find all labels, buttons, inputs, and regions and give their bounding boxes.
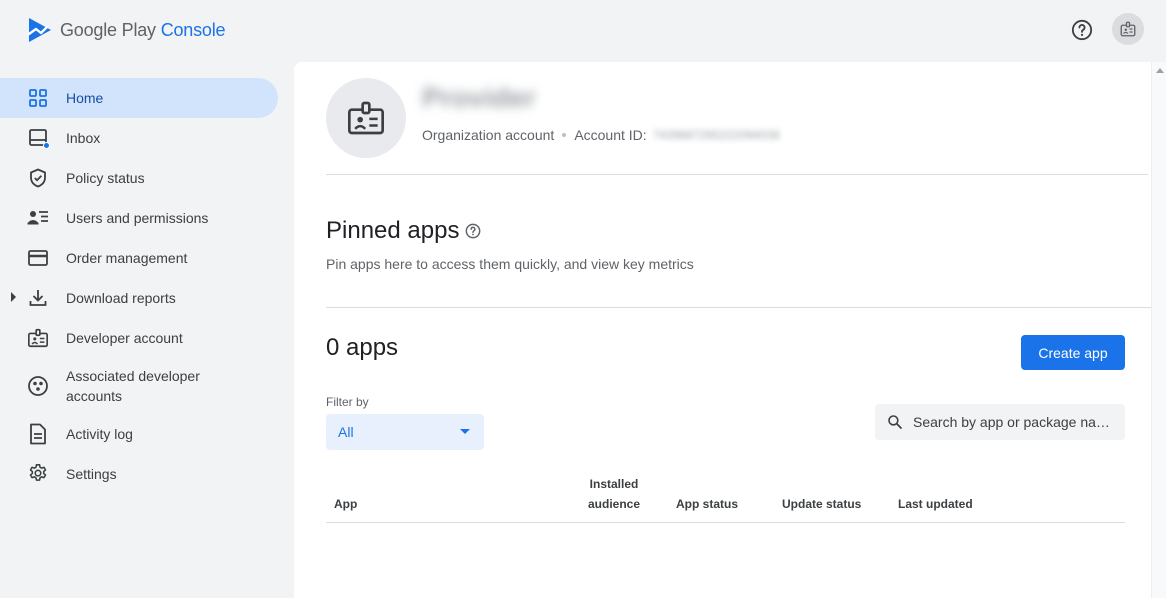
badge-icon — [1120, 21, 1136, 37]
document-icon — [26, 422, 50, 446]
scrollbar[interactable] — [1151, 62, 1166, 598]
sidebar-item-label: Home — [66, 90, 104, 106]
sidebar-item-activity-log[interactable]: Activity log — [0, 414, 278, 454]
pinned-apps-title-text: Pinned apps — [326, 217, 460, 244]
help-circle-icon[interactable] — [465, 218, 481, 246]
column-header-update-status[interactable]: Update status — [782, 494, 861, 514]
app-name: Google Play Console — [60, 19, 226, 41]
sidebar-item-label: Developer account — [66, 330, 183, 346]
download-icon — [26, 286, 50, 310]
divider — [326, 307, 1151, 308]
divider — [326, 174, 1148, 175]
scroll-up-arrow-icon[interactable] — [1156, 68, 1164, 73]
credit-card-icon — [26, 246, 50, 270]
expand-caret-icon[interactable] — [11, 292, 16, 302]
account-meta: Organization account Account ID: 7439687… — [422, 127, 780, 143]
gear-icon — [26, 462, 50, 486]
sidebar-item-label: Activity log — [66, 426, 133, 442]
sidebar-nav: Home Inbox Policy status Users and permi… — [0, 78, 294, 494]
sidebar-item-order-management[interactable]: Order management — [0, 238, 278, 278]
app-name-suffix: Console — [160, 19, 226, 40]
unread-indicator — [43, 142, 50, 149]
sidebar-item-download-reports[interactable]: Download reports — [0, 278, 278, 318]
play-console-logo[interactable]: Google Play Console — [28, 17, 226, 43]
sidebar-item-inbox[interactable]: Inbox — [0, 118, 278, 158]
play-console-logo-icon — [28, 18, 51, 42]
help-button[interactable] — [1066, 14, 1098, 46]
top-bar: Google Play Console — [0, 0, 1166, 62]
sidebar-item-associated-developer-accounts[interactable]: Associated developer accounts — [0, 358, 278, 414]
create-app-button[interactable]: Create app — [1021, 335, 1125, 370]
search-icon — [888, 415, 902, 429]
account-avatar-button[interactable] — [1112, 13, 1144, 45]
filter-value: All — [338, 424, 354, 440]
badge-icon — [26, 326, 50, 350]
sidebar-item-label: Users and permissions — [66, 210, 209, 226]
search-input[interactable]: Search by app or package name — [875, 404, 1125, 440]
filter-dropdown[interactable]: All — [326, 414, 484, 450]
main-panel: Provider Organization account Account ID… — [294, 62, 1151, 598]
linked-accounts-icon — [26, 374, 50, 398]
account-id-label: Account ID: — [574, 127, 647, 143]
dropdown-arrow-icon — [460, 429, 470, 434]
column-header-installed-line1: Installed — [589, 477, 639, 491]
shield-icon — [26, 166, 50, 190]
column-header-installed-line2: audience — [587, 497, 641, 511]
sidebar-item-label: Download reports — [66, 290, 176, 306]
users-icon — [26, 206, 50, 230]
column-header-last-updated[interactable]: Last updated — [898, 494, 973, 514]
grid-icon — [26, 86, 50, 110]
sidebar-item-users-and-permissions[interactable]: Users and permissions — [0, 198, 278, 238]
help-circle-icon — [1071, 19, 1093, 41]
account-name: Provider — [422, 82, 536, 113]
sidebar-item-policy-status[interactable]: Policy status — [0, 158, 278, 198]
app-name-prefix: Google Play — [60, 19, 156, 40]
sidebar-item-developer-account[interactable]: Developer account — [0, 318, 278, 358]
filter-label: Filter by — [326, 395, 369, 409]
column-header-app-status[interactable]: App status — [676, 494, 738, 514]
sidebar-item-label: Order management — [66, 250, 188, 266]
account-avatar — [326, 78, 406, 158]
apps-count: 0 apps — [326, 334, 399, 361]
separator-dot — [562, 133, 567, 137]
badge-icon — [348, 101, 384, 135]
sidebar-item-settings[interactable]: Settings — [0, 454, 278, 494]
sidebar-item-label: Policy status — [66, 170, 145, 186]
account-id-value: 7439687265222094038 — [652, 128, 780, 142]
pinned-apps-subtitle: Pin apps here to access them quickly, an… — [326, 256, 694, 272]
account-type: Organization account — [422, 127, 555, 143]
column-header-installed-audience[interactable]: Installed audience — [584, 474, 644, 514]
table-header-divider — [326, 522, 1125, 523]
search-placeholder: Search by app or package name — [913, 414, 1113, 430]
column-header-app[interactable]: App — [334, 494, 357, 514]
pinned-apps-title: Pinned apps — [326, 216, 481, 246]
sidebar-item-label: Inbox — [66, 130, 101, 146]
sidebar-item-home[interactable]: Home — [0, 78, 278, 118]
sidebar-item-label: Settings — [66, 466, 117, 482]
sidebar-item-label: Associated developer accounts — [66, 368, 200, 404]
